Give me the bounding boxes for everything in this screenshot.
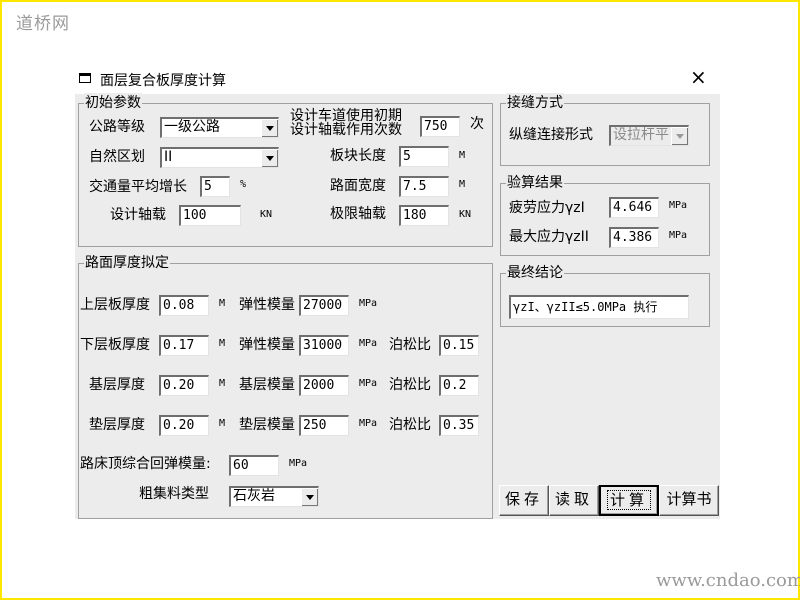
traffic-growth-label: 交通量平均增长 <box>89 179 187 195</box>
thickness-row-unit: M <box>219 378 226 389</box>
aggregate-value: 石灰岩 <box>233 488 275 504</box>
modulus-label: 垫层模量 <box>239 417 295 433</box>
modulus-unit: MPa <box>359 418 378 429</box>
chevron-down-icon[interactable] <box>301 488 318 506</box>
calc-button[interactable]: 计算 <box>599 485 659 516</box>
thickness-row-unit: M <box>219 338 226 349</box>
check-legend: 验算结果 <box>506 173 564 193</box>
thickness-row-label: 基层厚度 <box>89 377 145 393</box>
slab-length-unit: M <box>459 150 466 161</box>
modulus-label: 弹性模量 <box>239 297 295 313</box>
modulus-label: 弹性模量 <box>239 337 295 353</box>
region-label: 自然区划 <box>89 149 145 165</box>
initial-params-legend: 初始参数 <box>84 93 142 113</box>
poisson-input[interactable]: 0.35 <box>439 415 479 436</box>
road-grade-label: 公路等级 <box>89 119 145 135</box>
window-icon <box>79 73 91 83</box>
axle-label: 设计轴载 <box>110 207 166 223</box>
road-grade-select[interactable]: 一级公路 <box>160 117 279 138</box>
save-button-label: 保存 <box>504 490 543 508</box>
report-button-label: 计算书 <box>666 490 712 508</box>
subgrade-unit: MPa <box>289 458 308 469</box>
slab-length-label: 板块长度 <box>330 148 386 164</box>
traffic-growth-unit: % <box>240 179 247 190</box>
aggregate-select[interactable]: 石灰岩 <box>229 486 319 507</box>
modulus-input[interactable]: 250 <box>299 415 349 436</box>
poisson-label: 泊松比 <box>389 417 431 433</box>
limit-axle-label: 极限轴载 <box>330 206 386 222</box>
modulus-label: 基层模量 <box>239 377 295 393</box>
thickness-row-unit: M <box>219 298 226 309</box>
thickness-row-input[interactable]: 0.20 <box>159 415 209 436</box>
thickness-row-label: 垫层厚度 <box>89 417 145 433</box>
modulus-input[interactable]: 2000 <box>299 375 349 396</box>
calc-button-label: 计算 <box>606 490 652 510</box>
chevron-down-icon[interactable] <box>261 119 278 137</box>
save-button[interactable]: 保存 <box>499 485 549 516</box>
chevron-down-icon[interactable] <box>261 149 278 167</box>
poisson-label: 泊松比 <box>389 337 431 353</box>
joint-label: 纵缝连接形式 <box>509 127 593 143</box>
conclusion-output[interactable]: γzI、γzII≤5.0MPa 执行 <box>509 295 689 319</box>
aggregate-label: 粗集料类型 <box>139 486 209 502</box>
road-width-unit: M <box>459 179 466 190</box>
modulus-unit: MPa <box>359 378 378 389</box>
thickness-row-input[interactable]: 0.20 <box>159 375 209 396</box>
read-button[interactable]: 读取 <box>549 485 599 516</box>
thickness-legend: 路面厚度拟定 <box>84 253 170 273</box>
region-select[interactable]: II <box>160 147 279 168</box>
dialog-window: 面层复合板厚度计算 × 初始参数 公路等级 一级公路 自然区划 II 交通量平均… <box>75 62 720 519</box>
report-button[interactable]: 计算书 <box>659 485 719 516</box>
road-grade-value: 一级公路 <box>164 119 220 135</box>
slab-length-input[interactable]: 5 <box>399 146 449 167</box>
fatigue-unit: MPa <box>669 200 688 211</box>
thickness-row-input[interactable]: 0.17 <box>159 335 209 356</box>
read-button-label: 读取 <box>554 490 593 508</box>
window-title: 面层复合板厚度计算 <box>100 73 226 89</box>
traffic-growth-input[interactable]: 5 <box>200 176 230 197</box>
modulus-unit: MPa <box>359 298 378 309</box>
joint-legend: 接缝方式 <box>506 93 564 113</box>
conclusion-legend: 最终结论 <box>506 263 564 283</box>
fatigue-input[interactable]: 4.646 <box>609 197 659 218</box>
joint-value: 设拉杆平 <box>613 127 669 143</box>
max-stress-label: 最大应力γzII <box>509 229 589 245</box>
lane-input[interactable]: 750 <box>420 116 460 137</box>
modulus-input[interactable]: 27000 <box>299 295 349 316</box>
lane-label-line2: 设计轴载作用次数 <box>290 122 402 138</box>
limit-axle-input[interactable]: 180 <box>399 205 449 226</box>
subgrade-label: 路床顶综合回弹模量: <box>80 456 211 472</box>
poisson-input[interactable]: 0.15 <box>439 335 479 356</box>
modulus-input[interactable]: 31000 <box>299 335 349 356</box>
road-width-input[interactable]: 7.5 <box>399 176 449 197</box>
joint-select[interactable]: 设拉杆平 <box>609 125 689 146</box>
poisson-input[interactable]: 0.2 <box>439 375 479 396</box>
thickness-row-label: 下层板厚度 <box>80 337 150 353</box>
axle-input[interactable]: 100 <box>179 205 241 226</box>
thickness-row-unit: M <box>219 418 226 429</box>
poisson-label: 泊松比 <box>389 377 431 393</box>
modulus-unit: MPa <box>359 338 378 349</box>
fatigue-label: 疲劳应力γzI <box>509 200 585 216</box>
limit-axle-unit: KN <box>459 209 472 220</box>
max-stress-input[interactable]: 4.386 <box>609 227 659 248</box>
chevron-down-icon[interactable] <box>671 127 688 145</box>
region-value: II <box>164 149 173 165</box>
max-stress-unit: MPa <box>669 230 688 241</box>
close-icon[interactable]: × <box>690 65 707 89</box>
lane-unit: 次 <box>470 116 484 132</box>
watermark-top-left: 道桥网 <box>16 14 70 34</box>
road-width-label: 路面宽度 <box>330 178 386 194</box>
thickness-row-input[interactable]: 0.08 <box>159 295 209 316</box>
check-group: 验算结果 <box>500 173 710 256</box>
subgrade-input[interactable]: 60 <box>229 455 279 476</box>
thickness-row-label: 上层板厚度 <box>80 297 150 313</box>
title-bar: 面层复合板厚度计算 × <box>75 62 720 94</box>
watermark-bottom-right: www.cndao.com <box>656 570 800 591</box>
axle-unit: KN <box>260 209 273 220</box>
